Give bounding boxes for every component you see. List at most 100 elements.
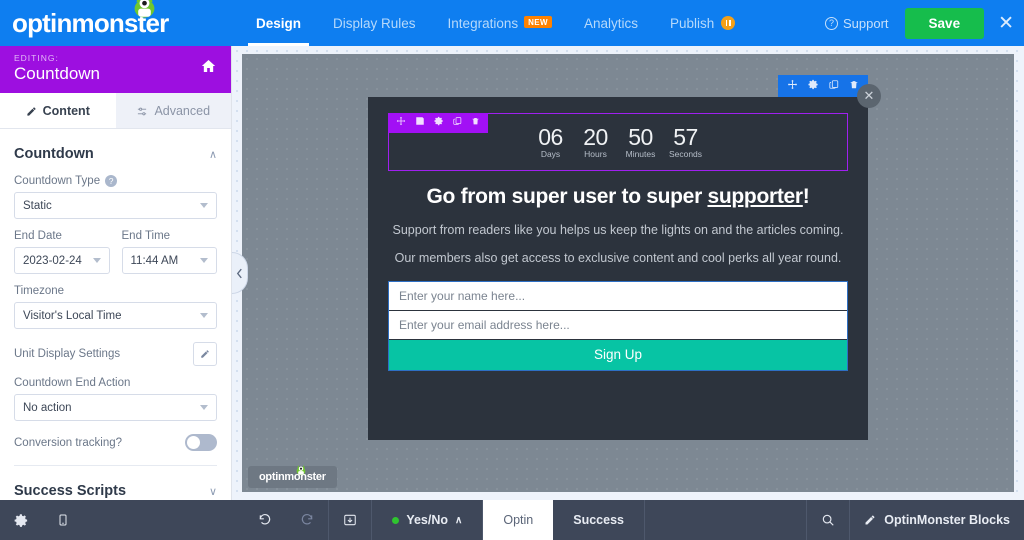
close-icon[interactable]: ✕ bbox=[998, 14, 1014, 33]
support-label: Support bbox=[843, 16, 889, 31]
home-icon[interactable] bbox=[200, 58, 217, 79]
countdown-end-action-value: No action bbox=[23, 402, 72, 414]
email-input[interactable]: Enter your email address here... bbox=[389, 311, 847, 340]
tab-advanced-label: Advanced bbox=[154, 104, 210, 118]
history-controls bbox=[244, 500, 328, 540]
optin-form: Enter your name here... Enter your email… bbox=[388, 281, 848, 371]
duplicate-icon[interactable] bbox=[453, 116, 462, 129]
main-nav: Design Display Rules Integrations NEW An… bbox=[232, 0, 825, 46]
chevron-left-icon bbox=[236, 268, 243, 279]
nav-item-publish[interactable]: Publish bbox=[654, 0, 751, 46]
view-tab-success-label: Success bbox=[573, 513, 624, 527]
field-end-time: End Time 11:44 AM bbox=[122, 230, 218, 274]
end-time-value: 11:44 AM bbox=[131, 255, 179, 267]
optinmonster-watermark[interactable]: optinmonster bbox=[248, 466, 337, 488]
pencil-icon bbox=[200, 349, 210, 359]
campaign-settings-button[interactable] bbox=[0, 500, 43, 540]
redo-button[interactable] bbox=[286, 500, 328, 540]
countdown-type-value: Static bbox=[23, 200, 52, 212]
view-tab-optin[interactable]: Optin bbox=[483, 500, 553, 540]
countdown-minutes-value: 50 bbox=[622, 125, 660, 149]
countdown-block[interactable]: 06 Days 20 Hours 50 Minutes bbox=[388, 113, 848, 171]
popup-close-icon[interactable]: ✕ bbox=[857, 84, 881, 108]
success-scripts-section-header[interactable]: Success Scripts ∨ bbox=[14, 466, 217, 500]
pencil-icon bbox=[864, 514, 876, 526]
unit-display-settings-edit-button[interactable] bbox=[193, 342, 217, 366]
bottom-spacer-left bbox=[83, 500, 244, 540]
headline-part-2: ! bbox=[803, 185, 810, 208]
popup-paragraph-1[interactable]: Support from readers like you helps us k… bbox=[388, 221, 848, 240]
countdown-timer: 06 Days 20 Hours 50 Minutes bbox=[532, 125, 705, 158]
timezone-value: Visitor's Local Time bbox=[23, 310, 122, 322]
countdown-seconds-label: Seconds bbox=[667, 149, 705, 159]
gear-icon[interactable] bbox=[808, 79, 819, 93]
conversion-tracking-row: Conversion tracking? bbox=[14, 434, 217, 451]
chevron-down-icon bbox=[200, 203, 208, 208]
countdown-hours-value: 20 bbox=[577, 125, 615, 149]
countdown-type-label-row: Countdown Type ? bbox=[14, 175, 217, 187]
countdown-section-header[interactable]: Countdown ∧ bbox=[14, 129, 217, 175]
headline-part-1: Go from super user to super bbox=[426, 185, 707, 208]
nav-item-display-rules[interactable]: Display Rules bbox=[317, 0, 432, 46]
nav-item-integrations[interactable]: Integrations NEW bbox=[432, 0, 568, 46]
chevron-up-icon: ∧ bbox=[455, 515, 462, 526]
undo-button[interactable] bbox=[244, 500, 286, 540]
save-template-button[interactable] bbox=[329, 500, 371, 540]
countdown-section-title: Countdown bbox=[14, 146, 94, 162]
gear-icon[interactable] bbox=[434, 116, 444, 129]
view-tab-success[interactable]: Success bbox=[553, 500, 644, 540]
save-icon[interactable] bbox=[415, 116, 425, 129]
conversion-tracking-label: Conversion tracking? bbox=[14, 437, 122, 449]
conversion-tracking-toggle[interactable] bbox=[185, 434, 217, 451]
pause-status-icon bbox=[721, 16, 735, 30]
field-countdown-end-action: Countdown End Action No action bbox=[14, 377, 217, 421]
name-input[interactable]: Enter your name here... bbox=[389, 282, 847, 311]
trash-icon[interactable] bbox=[471, 116, 480, 129]
tab-advanced[interactable]: Advanced bbox=[116, 93, 232, 128]
chevron-down-icon bbox=[200, 313, 208, 318]
optinmonster-blocks-button[interactable]: OptinMonster Blocks bbox=[850, 500, 1024, 540]
timezone-select[interactable]: Visitor's Local Time bbox=[14, 302, 217, 329]
campaign-type-selector[interactable]: Yes/No ∧ bbox=[372, 500, 482, 540]
optin-popup-preview[interactable]: ✕ bbox=[368, 97, 868, 440]
unit-display-settings-label: Unit Display Settings bbox=[14, 348, 120, 360]
countdown-days-value: 06 bbox=[532, 125, 570, 149]
monster-mascot-icon bbox=[131, 0, 158, 19]
support-button[interactable]: ? Support bbox=[825, 16, 889, 31]
chevron-down-icon: ∨ bbox=[209, 485, 217, 498]
duplicate-icon[interactable] bbox=[829, 79, 839, 93]
chevron-up-icon: ∧ bbox=[209, 148, 217, 161]
save-button[interactable]: Save bbox=[905, 8, 985, 39]
nav-item-design[interactable]: Design bbox=[240, 0, 317, 46]
end-time-select[interactable]: 11:44 AM bbox=[122, 247, 218, 274]
pencil-icon bbox=[26, 106, 37, 117]
gear-icon bbox=[14, 513, 29, 528]
element-toolbar bbox=[778, 75, 868, 97]
nav-item-analytics[interactable]: Analytics bbox=[568, 0, 654, 46]
editing-title: Countdown bbox=[14, 64, 100, 84]
brand-logo[interactable]: optinmonster bbox=[0, 0, 232, 46]
success-scripts-title: Success Scripts bbox=[14, 483, 126, 499]
campaign-type-label: Yes/No bbox=[406, 513, 448, 527]
unit-display-settings-row: Unit Display Settings bbox=[14, 342, 217, 366]
mobile-preview-button[interactable] bbox=[43, 500, 83, 540]
end-date-select[interactable]: 2023-02-24 bbox=[14, 247, 110, 274]
move-icon[interactable] bbox=[787, 79, 798, 93]
countdown-end-action-select[interactable]: No action bbox=[14, 394, 217, 421]
top-navigation-bar: optinmonster Design Display Rules Integ bbox=[0, 0, 1024, 46]
design-canvas: ✕ bbox=[232, 46, 1024, 500]
field-countdown-type: Countdown Type ? Static bbox=[14, 175, 217, 219]
save-template-icon bbox=[343, 513, 357, 527]
popup-paragraph-2[interactable]: Our members also get access to exclusive… bbox=[388, 249, 848, 268]
countdown-days-label: Days bbox=[532, 149, 570, 159]
tab-content[interactable]: Content bbox=[0, 93, 116, 128]
countdown-type-select[interactable]: Static bbox=[14, 192, 217, 219]
popup-headline[interactable]: Go from super user to super supporter! bbox=[388, 185, 848, 209]
signup-button[interactable]: Sign Up bbox=[389, 340, 847, 370]
search-blocks-button[interactable] bbox=[807, 500, 849, 540]
tab-content-label: Content bbox=[43, 104, 90, 118]
move-icon[interactable] bbox=[396, 116, 406, 129]
help-icon[interactable]: ? bbox=[105, 175, 117, 187]
popup-content: 06 Days 20 Hours 50 Minutes bbox=[388, 113, 848, 424]
countdown-type-label: Countdown Type bbox=[14, 175, 100, 187]
